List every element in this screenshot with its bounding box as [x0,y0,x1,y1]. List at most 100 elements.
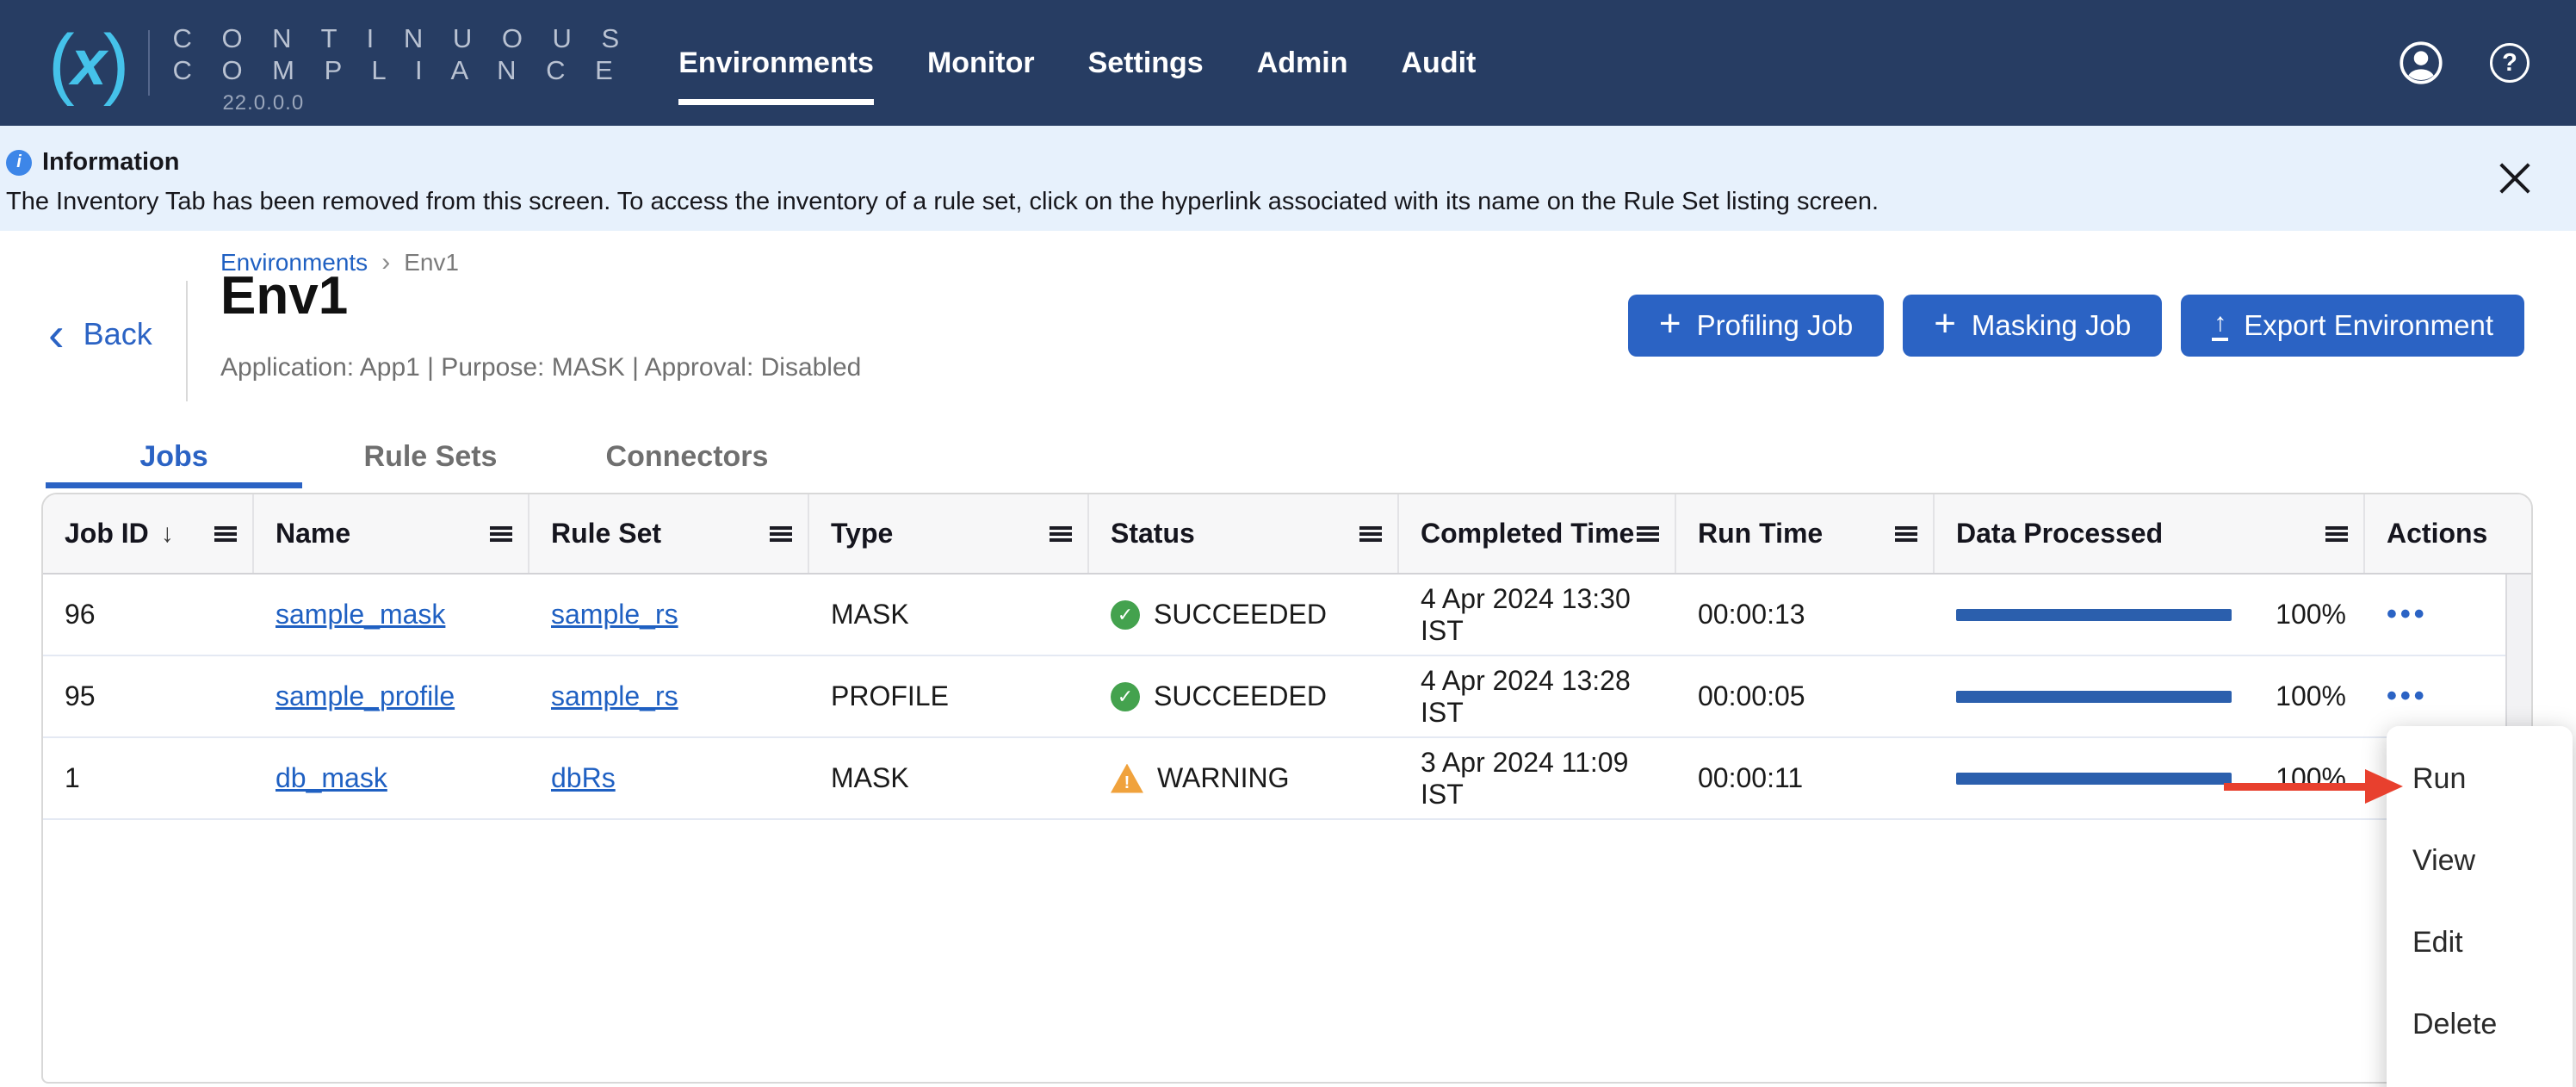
column-header-rule-set[interactable]: Rule Set [529,494,809,573]
title-divider [186,281,188,401]
masking-job-button[interactable]: + Masking Job [1903,295,2162,357]
column-header-run-time[interactable]: Run Time [1676,494,1935,573]
column-header-data-processed[interactable]: Data Processed [1935,494,2365,573]
success-check-icon: ✓ [1111,682,1140,711]
table-row: 1 db_mask dbRs MASK ! WARNING 3 Apr 2024… [43,738,2505,820]
plus-icon: + [1659,305,1681,343]
info-icon: i [6,150,32,176]
nav-item-settings[interactable]: Settings [1088,0,1204,126]
column-menu-icon[interactable] [1637,526,1659,542]
page-title: Env1 [220,265,348,326]
cell-completed-time: 3 Apr 2024 11:09 IST [1399,738,1676,818]
cell-job-id: 1 [43,738,254,818]
tab-bar: Jobs Rule Sets Connectors [46,431,815,482]
menu-item-view[interactable]: View [2387,820,2573,902]
cell-job-id: 95 [43,656,254,736]
progress-bar [1956,773,2232,785]
job-name-link[interactable]: sample_mask [276,599,445,630]
warning-triangle-icon: ! [1111,764,1143,793]
table-body: 96 sample_mask sample_rs MASK ✓ SUCCEEDE… [43,575,2531,1082]
column-header-name[interactable]: Name [254,494,529,573]
cell-status: ✓ SUCCEEDED [1089,656,1399,736]
column-header-status[interactable]: Status [1089,494,1399,573]
success-check-icon: ✓ [1111,600,1140,630]
row-actions-menu-icon[interactable]: ••• [2387,680,2428,713]
back-button[interactable]: ‹ Back [48,310,152,358]
logo-divider [148,30,150,96]
cell-status: ! WARNING [1089,738,1399,818]
close-icon[interactable] [2495,158,2535,198]
cell-data-processed: 100% [1935,738,2365,818]
user-account-icon[interactable] [2399,40,2443,85]
table-row: 95 sample_profile sample_rs PROFILE ✓ SU… [43,656,2505,738]
cell-type: MASK [809,575,1089,655]
jobs-table: Job ID ↓ Name Rule Set Type Status [41,493,2533,1084]
column-header-type[interactable]: Type [809,494,1089,573]
profiling-job-button[interactable]: + Profiling Job [1628,295,1884,357]
cell-run-time: 00:00:13 [1676,575,1935,655]
tab-connectors[interactable]: Connectors [559,431,815,482]
delphix-logo-icon: ( x ) [48,23,129,102]
menu-item-delete[interactable]: Delete [2387,984,2573,1065]
menu-item-edit[interactable]: Edit [2387,902,2573,984]
cell-status: ✓ SUCCEEDED [1089,575,1399,655]
upload-icon: ↑ [2212,310,2228,341]
column-menu-icon[interactable] [490,526,512,542]
version-label: 22.0.0.0 [222,91,630,115]
cell-run-time: 00:00:11 [1676,738,1935,818]
page-content: Environments › Env1 ‹ Back Env1 Applicat… [0,231,2576,1087]
column-header-actions: Actions [2365,494,2531,573]
chevron-right-icon: › [381,248,390,277]
cell-completed-time: 4 Apr 2024 13:30 IST [1399,575,1676,655]
column-menu-icon[interactable] [2325,526,2348,542]
progress-bar [1956,609,2232,621]
cell-job-id: 96 [43,575,254,655]
column-menu-icon[interactable] [1050,526,1072,542]
column-menu-icon[interactable] [1359,526,1382,542]
menu-item-run[interactable]: Run [2387,738,2573,820]
nav-item-audit[interactable]: Audit [1402,0,1477,126]
sort-descending-icon[interactable]: ↓ [161,519,174,549]
row-actions-menu-icon[interactable]: ••• [2387,598,2428,631]
job-name-link[interactable]: sample_profile [276,680,455,712]
rule-set-link[interactable]: sample_rs [551,680,678,712]
topbar-icons: ? [2399,40,2576,85]
top-navigation-bar: ( x ) C O N T I N U O U S C O M P L I A … [0,0,2576,126]
page-actions: + Profiling Job + Masking Job ↑ Export E… [1628,295,2524,357]
progress-bar [1956,691,2232,703]
tab-jobs[interactable]: Jobs [46,431,302,482]
cell-run-time: 00:00:05 [1676,656,1935,736]
product-name: C O N T I N U O U S C O M P L I A N C E … [172,10,630,115]
column-header-completed-time[interactable]: Completed Time [1399,494,1676,573]
progress-percent: 100% [2276,599,2346,630]
chevron-left-icon: ‹ [48,310,65,358]
job-name-link[interactable]: db_mask [276,762,387,794]
cell-type: PROFILE [809,656,1089,736]
column-menu-icon[interactable] [770,526,792,542]
cell-type: MASK [809,738,1089,818]
row-actions-context-menu: Run View Edit Delete [2387,726,2573,1087]
column-menu-icon[interactable] [214,526,237,542]
app-root: ( x ) C O N T I N U O U S C O M P L I A … [0,0,2576,1087]
banner-title: Information [42,148,180,177]
export-environment-button[interactable]: ↑ Export Environment [2181,295,2524,357]
information-banner: i Information The Inventory Tab has been… [0,126,2576,231]
breadcrumb-current: Env1 [404,249,459,276]
nav-item-environments[interactable]: Environments [678,0,874,126]
rule-set-link[interactable]: sample_rs [551,599,678,630]
banner-message: The Inventory Tab has been removed from … [6,188,2576,216]
tab-rule-sets[interactable]: Rule Sets [302,431,559,482]
cell-completed-time: 4 Apr 2024 13:28 IST [1399,656,1676,736]
column-menu-icon[interactable] [1895,526,1917,542]
table-row: 96 sample_mask sample_rs MASK ✓ SUCCEEDE… [43,575,2505,656]
rule-set-link[interactable]: dbRs [551,762,616,794]
cell-data-processed: 100% [1935,656,2365,736]
cell-data-processed: 100% [1935,575,2365,655]
main-nav: Environments Monitor Settings Admin Audi… [678,0,1476,126]
nav-item-monitor[interactable]: Monitor [927,0,1035,126]
progress-percent: 100% [2276,680,2346,712]
column-header-job-id[interactable]: Job ID ↓ [43,494,254,573]
help-icon[interactable]: ? [2490,43,2530,83]
plus-icon: + [1934,305,1956,343]
nav-item-admin[interactable]: Admin [1257,0,1348,126]
